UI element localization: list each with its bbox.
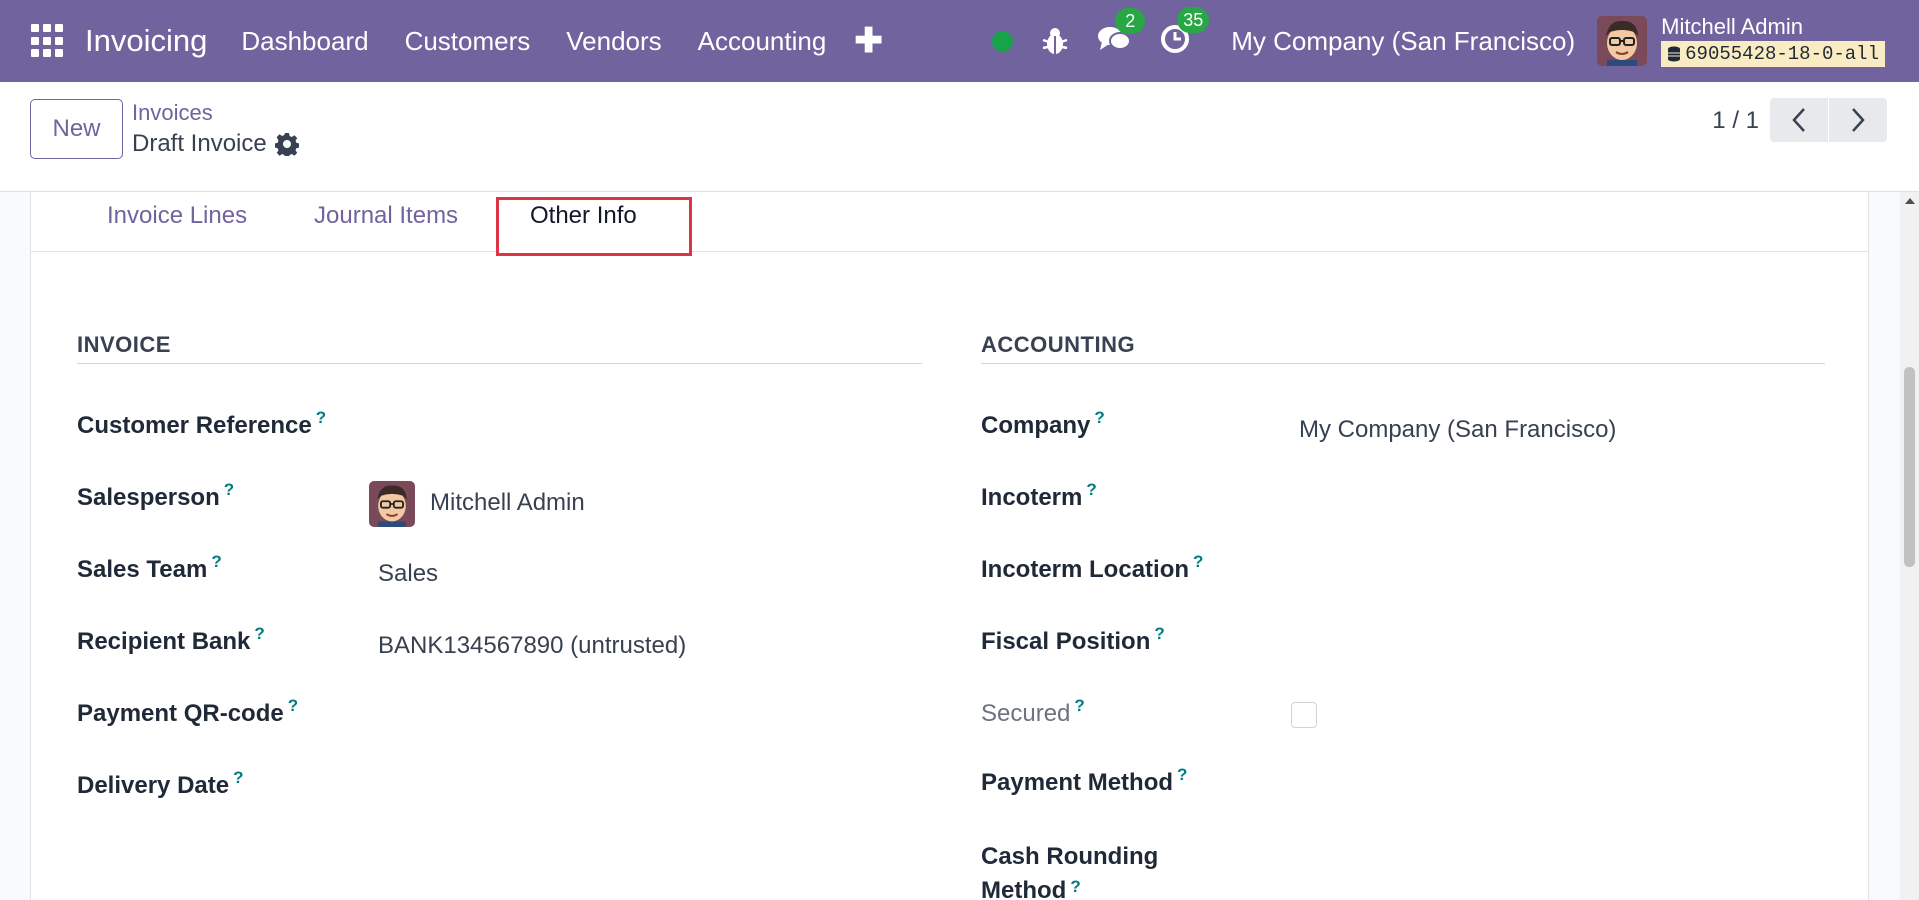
incoterm-location-label-text: Incoterm Location — [981, 556, 1190, 583]
menu-vendors[interactable]: Vendors — [548, 26, 679, 57]
help-icon[interactable]: ? — [288, 696, 298, 715]
quick-create-plus-icon[interactable]: ✚ — [854, 21, 883, 61]
customer-reference-label-text: Customer Reference — [77, 412, 312, 439]
help-icon[interactable]: ? — [1094, 408, 1104, 427]
cash-rounding-label-line2: Method — [981, 877, 1067, 900]
invoice-section-title: INVOICE — [77, 332, 171, 357]
record-title-text: Draft Invoice — [132, 130, 267, 157]
help-icon[interactable]: ? — [1074, 696, 1084, 715]
activities-count-badge: 35 — [1177, 6, 1210, 33]
pager-value[interactable]: 1 / 1 — [1712, 107, 1759, 135]
payment-method-label: Payment Method? — [981, 765, 1187, 797]
pager-previous-button[interactable] — [1770, 98, 1828, 142]
delivery-date-label: Delivery Date? — [77, 768, 243, 800]
debug-bug-icon[interactable] — [1041, 26, 1069, 56]
messages-count-badge: 2 — [1115, 7, 1146, 34]
sales-team-value[interactable]: Sales — [378, 560, 438, 588]
delivery-date-label-text: Delivery Date — [77, 772, 230, 799]
scrollbar-thumb[interactable] — [1904, 367, 1915, 567]
app-name[interactable]: Invoicing — [85, 23, 207, 59]
scroll-up-arrow-icon[interactable] — [1905, 198, 1915, 204]
customer-reference-label: Customer Reference? — [77, 408, 326, 440]
payment-qr-label-text: Payment QR-code — [77, 700, 284, 727]
page-scrollbar[interactable] — [1900, 192, 1919, 900]
secured-label: Secured? — [981, 696, 1085, 728]
payment-method-label-text: Payment Method — [981, 769, 1174, 796]
form-content-area: Invoice Lines Journal Items Other Info I… — [0, 192, 1919, 900]
company-label-text: Company — [981, 412, 1091, 439]
activities-button[interactable]: 35 — [1159, 6, 1210, 60]
salesperson-label: Salesperson? — [77, 480, 234, 512]
form-sheet: Invoice Lines Journal Items Other Info I… — [30, 192, 1869, 900]
help-icon[interactable]: ? — [1193, 552, 1203, 571]
help-icon[interactable]: ? — [316, 408, 326, 427]
database-badge: 69055428-18-0-all — [1661, 41, 1885, 67]
new-button[interactable]: New — [30, 99, 123, 159]
recipient-bank-label: Recipient Bank? — [77, 624, 265, 656]
accounting-section-divider — [981, 363, 1825, 364]
secured-label-text: Secured — [981, 700, 1071, 727]
chevron-left-icon — [1792, 108, 1805, 132]
company-value[interactable]: My Company (San Francisco) — [1299, 416, 1616, 444]
user-avatar-image — [1597, 16, 1648, 66]
fiscal-position-label-text: Fiscal Position — [981, 628, 1151, 655]
secured-checkbox[interactable] — [1291, 702, 1317, 728]
accounting-section-title: ACCOUNTING — [981, 332, 1136, 357]
fiscal-position-label: Fiscal Position? — [981, 624, 1165, 656]
help-icon[interactable]: ? — [1086, 480, 1096, 499]
cash-rounding-label: Cash Rounding Method? — [981, 840, 1158, 900]
database-name: 69055428-18-0-all — [1685, 43, 1879, 65]
cash-rounding-label-line1: Cash Rounding — [981, 843, 1159, 870]
record-title: Draft Invoice — [132, 130, 299, 158]
notebook-tabs: Invoice Lines Journal Items Other Info — [31, 192, 1868, 256]
cash-rounding-label-line2-wrap: Method? — [981, 874, 1158, 900]
pager-next-button[interactable] — [1829, 98, 1887, 142]
breadcrumb-invoices[interactable]: Invoices — [132, 100, 213, 126]
help-icon[interactable]: ? — [211, 552, 221, 571]
salesperson-value[interactable]: Mitchell Admin — [430, 489, 585, 517]
salesperson-label-text: Salesperson — [77, 484, 220, 511]
salesperson-avatar — [369, 481, 415, 527]
gear-icon[interactable] — [274, 132, 299, 156]
help-icon[interactable]: ? — [1154, 624, 1164, 643]
menu-dashboard[interactable]: Dashboard — [223, 26, 386, 57]
recipient-bank-label-text: Recipient Bank — [77, 628, 251, 655]
company-switcher[interactable]: My Company (San Francisco) — [1231, 26, 1575, 57]
company-label: Company? — [981, 408, 1105, 440]
tab-other-info[interactable]: Other Info — [530, 202, 637, 230]
incoterm-label: Incoterm? — [981, 480, 1097, 512]
top-navbar: Invoicing Dashboard Customers Vendors Ac… — [0, 0, 1919, 82]
sales-team-label: Sales Team? — [77, 552, 222, 584]
menu-customers[interactable]: Customers — [387, 26, 549, 57]
user-avatar[interactable] — [1597, 16, 1648, 66]
user-menu[interactable]: Mitchell Admin 69055428-18-0-all — [1661, 15, 1885, 67]
tab-journal-items[interactable]: Journal Items — [314, 202, 458, 230]
help-icon[interactable]: ? — [224, 480, 234, 499]
tab-invoice-lines[interactable]: Invoice Lines — [107, 202, 247, 230]
online-status-icon — [992, 30, 1014, 52]
control-panel: New Invoices Draft Invoice 1 / 1 — [0, 82, 1919, 192]
chevron-right-icon — [1852, 108, 1865, 132]
messages-button[interactable]: 2 — [1097, 7, 1146, 59]
app-menu-grid-icon[interactable] — [31, 24, 65, 58]
payment-qr-label: Payment QR-code? — [77, 696, 298, 728]
help-icon[interactable]: ? — [233, 768, 243, 787]
sales-team-label-text: Sales Team — [77, 556, 208, 583]
incoterm-label-text: Incoterm — [981, 484, 1083, 511]
menu-accounting[interactable]: Accounting — [680, 26, 845, 57]
incoterm-location-label: Incoterm Location? — [981, 552, 1203, 584]
navbar-systray: 2 35 My Company (San Francisco) Mitchell… — [992, 0, 1919, 82]
database-icon — [1668, 46, 1681, 62]
invoice-section-divider — [77, 363, 922, 364]
recipient-bank-value[interactable]: BANK134567890 (untrusted) — [378, 632, 686, 660]
user-name: Mitchell Admin — [1661, 14, 1803, 39]
help-icon[interactable]: ? — [1070, 877, 1080, 896]
help-icon[interactable]: ? — [1177, 765, 1187, 784]
salesperson-avatar-image — [369, 481, 415, 527]
help-icon[interactable]: ? — [254, 624, 264, 643]
